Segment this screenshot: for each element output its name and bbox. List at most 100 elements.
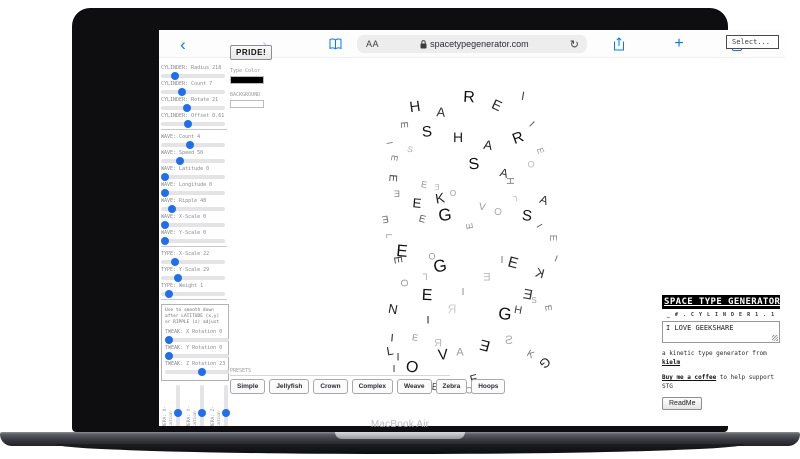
slider-wave-latitude-0: WAVE: Latitude 0 — [161, 166, 231, 179]
readme-button[interactable]: ReadMe — [662, 397, 702, 410]
slider-label: WAVE: Y-Scale 0 — [161, 230, 231, 237]
slider-thumb[interactable] — [178, 88, 186, 96]
type-letter: R — [463, 90, 475, 107]
preset-button-zebra[interactable]: Zebra — [436, 379, 468, 394]
vslider-thumb[interactable] — [198, 409, 206, 417]
preset-button-weave[interactable]: Weave — [397, 379, 431, 394]
slider-thumb[interactable] — [186, 141, 194, 149]
tweak-sliders: TWEAK: X Rotation 0TWEAK: Y Rotation 0TW… — [165, 329, 225, 374]
support-link[interactable]: Buy me a coffee — [662, 374, 716, 381]
slider-track[interactable] — [161, 122, 225, 126]
screen: ‹ › AA spac — [159, 30, 785, 426]
type-letter: E — [391, 255, 403, 264]
refresh-icon[interactable]: ↻ — [570, 38, 587, 51]
type-letter: R — [448, 303, 457, 315]
slider-thumb[interactable] — [184, 120, 192, 128]
slider-track[interactable] — [161, 175, 225, 179]
type-letter: L — [422, 272, 427, 281]
group-divider — [161, 129, 227, 130]
slider-track[interactable] — [161, 207, 225, 211]
vslider-thumb[interactable] — [174, 409, 182, 417]
slider-track[interactable] — [161, 292, 225, 296]
type-letter: E — [417, 214, 426, 225]
slider-track[interactable] — [161, 260, 225, 264]
back-button[interactable]: ‹ — [175, 30, 191, 58]
support-line: Buy me a coffee to help support STG — [662, 373, 780, 391]
slider-track[interactable] — [165, 338, 229, 342]
slider-wave-ripple-48: WAVE: Ripple 48 — [161, 198, 231, 211]
resize-grip-icon[interactable] — [772, 335, 778, 341]
slider-track[interactable] — [161, 191, 225, 195]
share-button[interactable] — [611, 30, 627, 58]
type-letter: E — [483, 273, 490, 284]
share-icon — [613, 37, 625, 51]
slider-thumb[interactable] — [161, 173, 169, 181]
preset-button-jellyfish[interactable]: Jellyfish — [269, 379, 309, 394]
type-color-swatch[interactable] — [230, 76, 264, 84]
preset-button-complex[interactable]: Complex — [352, 379, 393, 394]
bookmarks-button[interactable] — [327, 30, 343, 58]
type-letter: S — [521, 208, 532, 224]
screenshot-stage: ‹ › AA spac — [0, 0, 800, 459]
new-tab-button[interactable]: + — [671, 30, 687, 58]
slider-track[interactable] — [165, 370, 229, 374]
preset-button-crown[interactable]: Crown — [313, 379, 347, 394]
macbook-base-shadow — [55, 444, 745, 454]
type-letter: H — [513, 305, 523, 317]
type-letter: O — [428, 253, 435, 262]
preset-buttons: Simple Jellyfish Crown Complex Weave ZebraHoo… — [230, 379, 505, 394]
slider-thumb[interactable] — [161, 221, 169, 229]
url-bar[interactable]: AA spacetypegenerator.com ↻ — [357, 35, 587, 53]
slider-thumb[interactable] — [176, 157, 184, 165]
slider-thumb[interactable] — [171, 258, 179, 266]
group-divider — [161, 299, 227, 300]
type-letter: E — [543, 304, 553, 311]
slider-track[interactable] — [161, 159, 225, 163]
type-letter: G — [498, 305, 513, 323]
info-panel: SPACE TYPE GENERATOR _ # . C Y L I N D E… — [662, 295, 780, 410]
text-input[interactable]: I LOVE GEEKSHARE — [662, 321, 780, 343]
type-letter: V — [437, 347, 448, 363]
slider-track[interactable] — [165, 354, 229, 358]
slider-thumb[interactable] — [183, 104, 191, 112]
slider-thumb[interactable] — [161, 237, 169, 245]
slider-wave-longitude-0: WAVE: Longitude 0 — [161, 182, 231, 195]
select-dropdown[interactable]: Select... — [726, 35, 779, 49]
slider-type-y-scale-29: TYPE: Y-Scale 29 — [161, 267, 231, 280]
slider-track[interactable] — [161, 90, 225, 94]
slider-label: TYPE: X-Scale 22 — [161, 251, 231, 258]
slider-track[interactable] — [161, 106, 225, 110]
presets-label: PRESETS — [230, 368, 450, 376]
slider-track[interactable] — [161, 74, 225, 78]
slider-thumb[interactable] — [165, 290, 173, 298]
type-letter: E — [506, 254, 520, 271]
slider-thumb[interactable] — [161, 189, 169, 197]
slider-thumb[interactable] — [165, 352, 173, 360]
type-letter: O — [527, 161, 534, 170]
slider-label: WAVE: Ripple 48 — [161, 198, 231, 205]
slider-thumb[interactable] — [171, 72, 179, 80]
type-letter: I — [534, 223, 543, 230]
type-letter: I — [462, 288, 465, 298]
type-letter: E — [381, 212, 389, 223]
reader-button[interactable]: AA — [357, 39, 379, 49]
slider-track[interactable] — [161, 143, 225, 147]
pride-button[interactable]: PRIDE! — [230, 45, 272, 60]
slider-thumb[interactable] — [174, 274, 182, 282]
slider-thumb[interactable] — [168, 205, 176, 213]
type-letter: L — [386, 345, 395, 358]
slider-cylinder-offset-0-61: CYLINDER: Offset 0.61 — [161, 113, 231, 126]
device-label: MacBook Air — [72, 419, 728, 430]
tweak-box: Use to smooth down after LATITUDE (x,y) … — [161, 304, 229, 381]
vslider-thumb[interactable] — [222, 409, 230, 417]
preset-button-simple[interactable]: Simple — [230, 379, 265, 394]
slider-track[interactable] — [161, 239, 225, 243]
slider-track[interactable] — [161, 223, 225, 227]
preset-button-hoops[interactable]: Hoops — [471, 379, 505, 394]
slider-thumb[interactable] — [198, 368, 206, 376]
credit-link[interactable]: kielm — [662, 359, 680, 366]
slider-track[interactable] — [161, 276, 225, 280]
background-swatch[interactable] — [230, 100, 264, 108]
type-letter: I — [526, 120, 535, 129]
slider-thumb[interactable] — [165, 336, 173, 344]
